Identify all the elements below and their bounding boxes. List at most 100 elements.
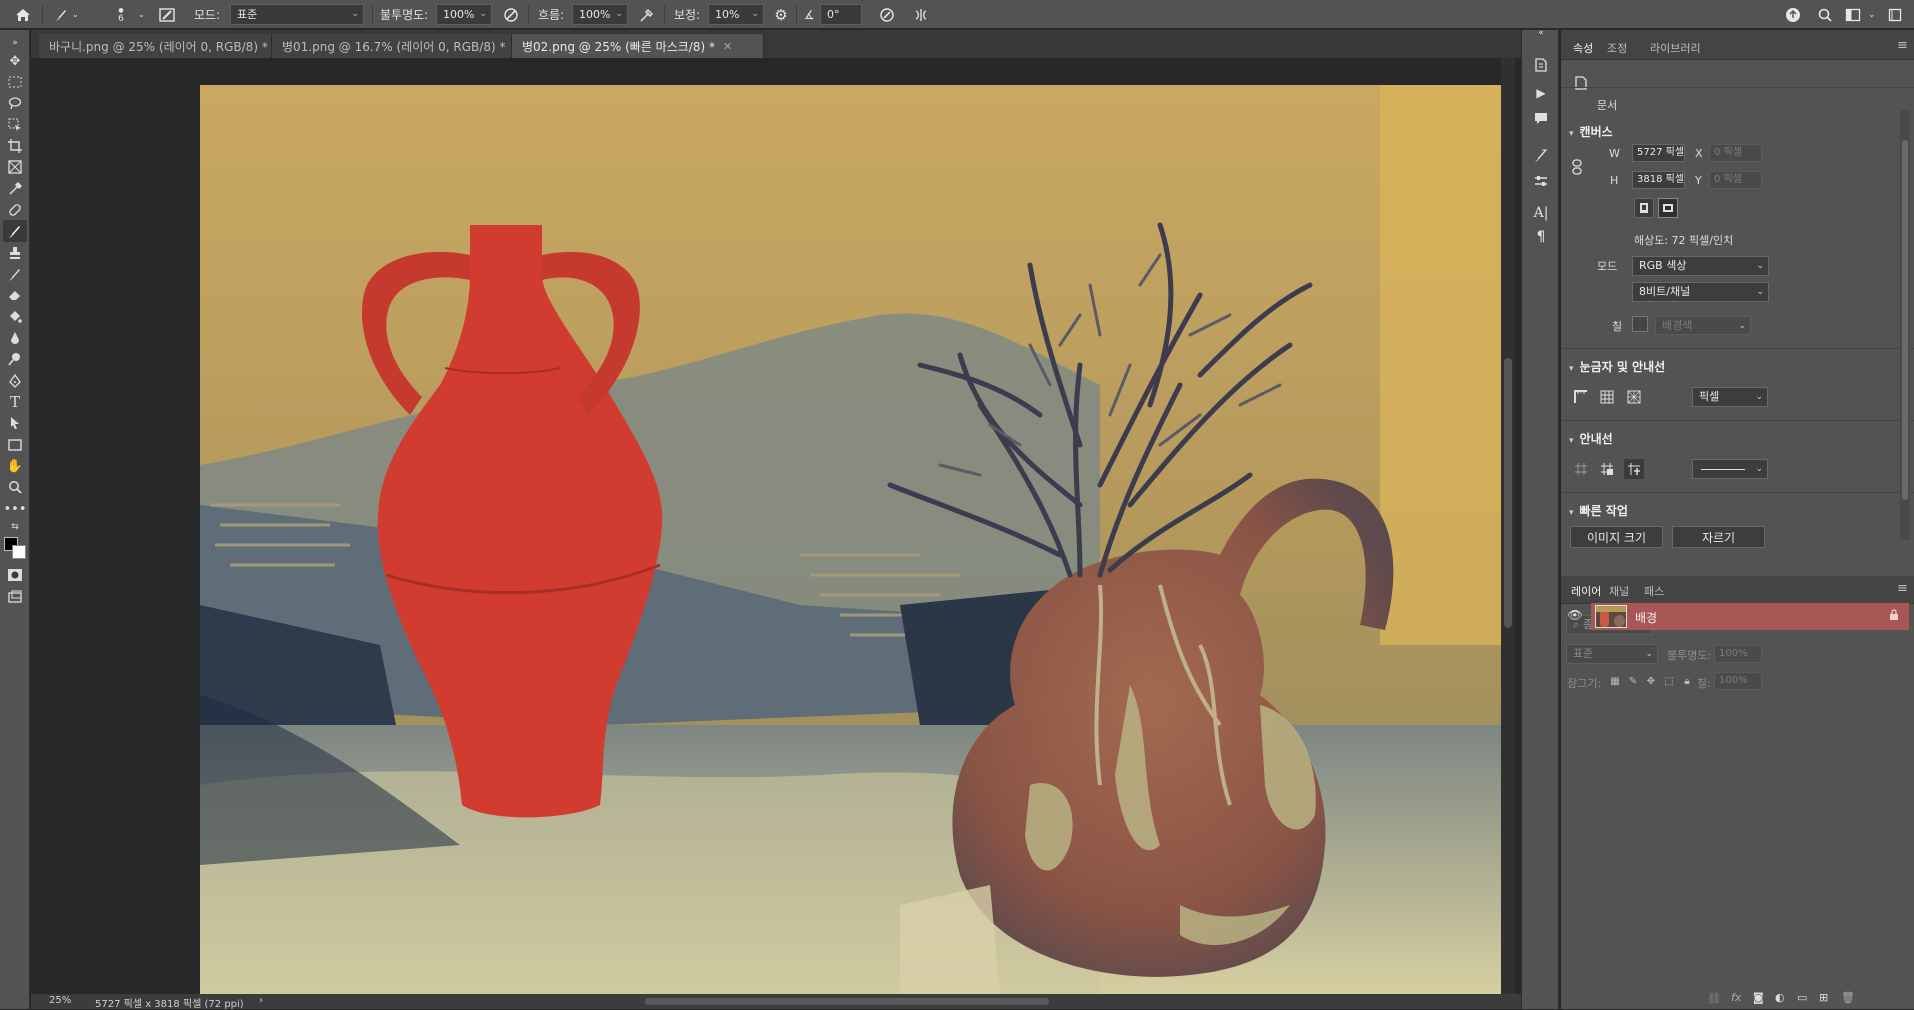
- rectangle-tool-icon[interactable]: [3, 434, 27, 456]
- blur-tool-icon[interactable]: [3, 327, 27, 349]
- layer-row-background[interactable]: 배경: [1591, 603, 1909, 630]
- canvas-fill-select[interactable]: 배경색 ⌄: [1655, 316, 1751, 335]
- home-icon[interactable]: [12, 4, 34, 26]
- mode-select[interactable]: 표준 ⌄: [230, 4, 364, 25]
- adjustments-icon[interactable]: [1530, 170, 1552, 192]
- tab-document-1[interactable]: 바구니.png @ 25% (레이어 0, RGB/8) *✕: [39, 34, 285, 58]
- dodge-tool-icon[interactable]: [3, 348, 27, 370]
- path-select-tool-icon[interactable]: [3, 412, 27, 434]
- flow-input[interactable]: 100% ⌄: [572, 4, 628, 25]
- lock-pixels-icon[interactable]: ✎: [1623, 671, 1643, 691]
- paragraph-icon[interactable]: ¶: [1530, 226, 1552, 248]
- chevron-right-icon[interactable]: ›: [259, 995, 263, 1006]
- clone-stamp-tool-icon[interactable]: [3, 242, 27, 264]
- share-icon[interactable]: [1782, 4, 1804, 26]
- angle-input[interactable]: 0°: [820, 4, 862, 25]
- y-field[interactable]: 0 픽셀: [1709, 171, 1762, 189]
- swap-colors-icon[interactable]: ⇆: [3, 520, 27, 534]
- character-icon[interactable]: A|: [1530, 202, 1552, 224]
- bit-depth-select[interactable]: 8비트/채널 ⌄: [1632, 282, 1769, 302]
- ruler-icon[interactable]: [1571, 387, 1591, 407]
- crop-button[interactable]: 자르기: [1672, 526, 1765, 548]
- pressure-size-icon[interactable]: [876, 4, 898, 26]
- image-size-button[interactable]: 이미지 크기: [1570, 526, 1663, 548]
- more-tools-icon[interactable]: •••: [3, 498, 27, 520]
- screen-mode-icon[interactable]: [3, 586, 27, 608]
- tab-paths[interactable]: 패스: [1644, 583, 1664, 599]
- brush-tool-icon[interactable]: [3, 220, 27, 242]
- object-select-tool-icon[interactable]: [3, 114, 27, 136]
- paint-bucket-tool-icon[interactable]: [3, 306, 27, 328]
- history-brush-tool-icon[interactable]: [3, 263, 27, 285]
- tab-libraries[interactable]: 라이브러리: [1650, 40, 1701, 56]
- quick-mask-icon[interactable]: [3, 564, 27, 586]
- quick-actions-section-header[interactable]: ▾ 빠른 작업: [1569, 502, 1628, 519]
- chevron-down-icon[interactable]: ⌄: [72, 0, 79, 29]
- fill-color-swatch[interactable]: [1632, 316, 1648, 332]
- collapse-icon[interactable]: «: [1530, 26, 1552, 40]
- symmetry-icon[interactable]: [910, 4, 932, 26]
- hand-tool-icon[interactable]: ✋: [3, 455, 27, 477]
- tab-document-3[interactable]: 병02.png @ 25% (빠른 마스크/8) * ✕: [512, 34, 764, 58]
- landscape-orientation-icon[interactable]: [1658, 198, 1678, 218]
- adjustment-layer-icon[interactable]: ◐: [1775, 991, 1785, 1004]
- brush-settings-icon[interactable]: [156, 4, 178, 26]
- eyedropper-tool-icon[interactable]: [3, 178, 27, 200]
- gear-icon[interactable]: ⚙: [770, 4, 792, 26]
- new-group-icon[interactable]: ▭: [1797, 991, 1807, 1004]
- layer-fill-field[interactable]: 100%: [1714, 672, 1762, 690]
- eraser-tool-icon[interactable]: [3, 284, 27, 306]
- zoom-level[interactable]: 25%: [49, 995, 71, 1006]
- crop-tool-icon[interactable]: [3, 135, 27, 157]
- add-mask-icon[interactable]: ◙: [1753, 991, 1764, 1004]
- type-tool-icon[interactable]: T: [3, 391, 27, 413]
- workspace-icon[interactable]: [1842, 4, 1864, 26]
- panel-menu-icon[interactable]: ≡: [1897, 581, 1908, 596]
- vertical-scrollbar[interactable]: [1501, 58, 1515, 994]
- trash-icon[interactable]: 🗑︎: [1841, 991, 1855, 1004]
- width-field[interactable]: 5727 픽셀: [1632, 144, 1685, 162]
- background-color-swatch[interactable]: [12, 545, 26, 559]
- link-layers-icon[interactable]: ⛓︎: [1707, 992, 1721, 1005]
- layer-opacity-field[interactable]: 100%: [1714, 645, 1762, 663]
- tab-layers[interactable]: 레이어: [1571, 583, 1601, 599]
- new-layer-icon[interactable]: ⊞: [1819, 991, 1828, 1004]
- zoom-tool-icon[interactable]: [3, 476, 27, 498]
- comments-icon[interactable]: [1530, 108, 1552, 130]
- color-mode-select[interactable]: RGB 색상 ⌄: [1632, 256, 1769, 276]
- horizontal-scrollbar[interactable]: [645, 998, 1049, 1005]
- tab-document-2[interactable]: 병01.png @ 16.7% (레이어 0, RGB/8) *✕: [272, 34, 523, 58]
- eye-icon[interactable]: 👁︎: [1565, 605, 1585, 625]
- portrait-orientation-icon[interactable]: [1634, 198, 1654, 218]
- more-icon[interactable]: [1884, 4, 1906, 26]
- brush-settings-icon[interactable]: [1530, 144, 1552, 166]
- lock-position-icon[interactable]: ✥: [1641, 671, 1661, 691]
- history-icon[interactable]: [1530, 54, 1552, 76]
- panel-menu-icon[interactable]: ≡: [1897, 38, 1908, 53]
- smoothing-input[interactable]: 10% ⌄: [708, 4, 764, 25]
- healing-brush-tool-icon[interactable]: [3, 199, 27, 221]
- tab-properties[interactable]: 속성: [1573, 40, 1593, 56]
- airbrush-icon[interactable]: [636, 4, 658, 26]
- new-guide-layout-icon[interactable]: [1624, 459, 1644, 479]
- document-canvas-image[interactable]: [200, 85, 1501, 994]
- rulers-section-header[interactable]: ▾ 눈금자 및 안내선: [1569, 358, 1665, 375]
- brush-tool-icon[interactable]: [50, 4, 72, 26]
- x-field[interactable]: 0 픽셀: [1709, 144, 1762, 162]
- height-field[interactable]: 3818 픽셀: [1632, 171, 1685, 189]
- frame-tool-icon[interactable]: [3, 156, 27, 178]
- lock-artboard-icon[interactable]: ⬚: [1659, 671, 1679, 691]
- properties-scrollbar[interactable]: [1900, 110, 1910, 540]
- lock-all-icon[interactable]: 🔒︎: [1677, 671, 1697, 691]
- play-actions-icon[interactable]: ▶: [1530, 82, 1552, 104]
- opacity-input[interactable]: 100% ⌄: [436, 4, 492, 25]
- chevron-down-icon[interactable]: ⌄: [1868, 0, 1876, 29]
- lasso-tool-icon[interactable]: [3, 92, 27, 114]
- guide-style-select[interactable]: ⌄: [1692, 459, 1768, 479]
- brush-preset-picker[interactable]: ● 6: [110, 4, 132, 26]
- canvas-section-header[interactable]: ▾ 캔버스: [1569, 123, 1613, 140]
- guides-section-header[interactable]: ▾ 안내선: [1569, 430, 1613, 447]
- tab-channels[interactable]: 채널: [1609, 583, 1629, 599]
- chevron-down-icon[interactable]: ⌄: [138, 0, 145, 29]
- grid-icon[interactable]: [1597, 387, 1617, 407]
